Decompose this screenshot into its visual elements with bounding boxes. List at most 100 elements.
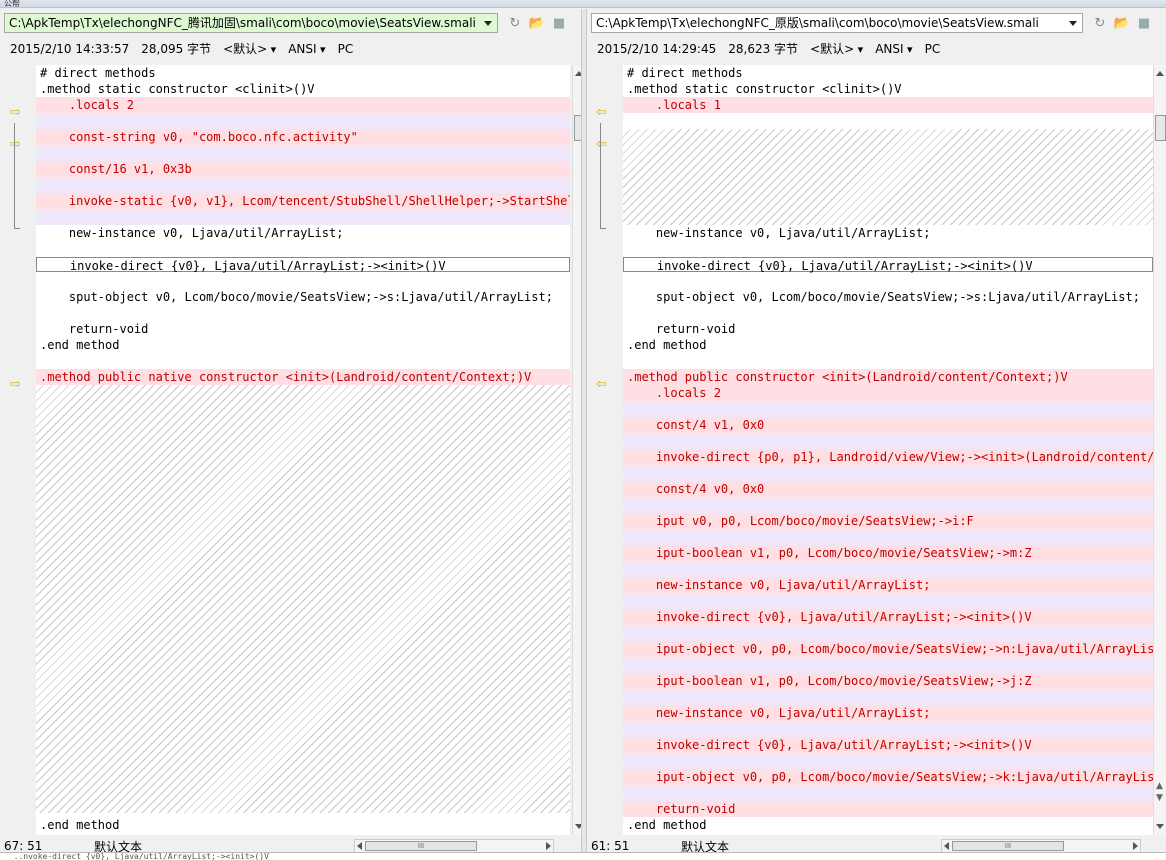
code-line: .method static constructor <clinit>()V (627, 82, 902, 96)
left-path-row: C:\ApkTemp\Tx\elechongNFC_腾讯加固\smali\com… (4, 12, 568, 34)
code-line: const/16 v1, 0x3b (36, 161, 570, 177)
diff-arrow-right-icon[interactable]: ⇨ (10, 106, 24, 119)
code-line: new-instance v0, Ljava/util/ArrayList; (623, 705, 1153, 721)
code-line: sput-object v0, Lcom/boco/movie/SeatsVie… (627, 290, 1140, 304)
code-line: return-void (40, 322, 149, 336)
left-gutter: ⇨ ⇨ ⇨ (4, 65, 36, 835)
right-encoding-select[interactable]: ANSI (875, 40, 912, 58)
code-line: invoke-static {v0, v1}, Lcom/tencent/Stu… (36, 193, 570, 209)
right-pane: C:\ApkTemp\Tx\elechongNFC_原版\smali\com\b… (587, 9, 1166, 860)
left-pane: C:\ApkTemp\Tx\elechongNFC_腾讯加固\smali\com… (0, 9, 586, 860)
code-line: .end method (40, 338, 120, 352)
scroll-down-icon[interactable] (1156, 824, 1164, 829)
scroll-thumb[interactable]: III (952, 841, 1064, 851)
code-line (623, 625, 1153, 641)
right-path-dropdown-icon[interactable] (1069, 20, 1077, 26)
scroll-left-icon[interactable] (944, 842, 949, 850)
code-line (36, 113, 570, 129)
code-line: .method static constructor <clinit>()V (40, 82, 315, 96)
scroll-left-icon[interactable] (357, 842, 362, 850)
side-nav-icons[interactable]: ▲ ▼ (1156, 780, 1166, 804)
right-mode-select[interactable]: <默认> (810, 40, 863, 58)
missing-block-hatch (36, 385, 570, 813)
scroll-right-icon[interactable] (1133, 842, 1138, 850)
scroll-thumb[interactable]: III (365, 841, 477, 851)
code-line: iput v0, p0, Lcom/boco/movie/SeatsView;-… (623, 513, 1153, 529)
toolbar-strip: 公帮 (0, 0, 1166, 8)
code-line: .end method (40, 818, 120, 832)
right-file-path-input[interactable]: C:\ApkTemp\Tx\elechongNFC_原版\smali\com\b… (591, 13, 1083, 33)
code-line: invoke-direct {p0, p1}, Landroid/view/Vi… (623, 449, 1153, 465)
code-line: invoke-direct {v0}, Ljava/util/ArrayList… (623, 609, 1153, 625)
left-file-path-input[interactable]: C:\ApkTemp\Tx\elechongNFC_腾讯加固\smali\com… (4, 13, 498, 33)
left-save-icon[interactable]: ■ (550, 15, 568, 31)
right-horizontal-scrollbar[interactable]: III (941, 839, 1141, 853)
code-line: .locals 2 (623, 385, 1153, 401)
diff-bracket (600, 123, 606, 229)
right-open-folder-icon[interactable]: 📂 (1113, 15, 1131, 31)
diff-arrow-left-icon[interactable]: ⇦ (596, 378, 610, 391)
code-line: return-void (623, 801, 1153, 817)
code-line: return-void (627, 322, 736, 336)
code-line (623, 561, 1153, 577)
code-line: .method public constructor <init>(Landro… (623, 369, 1153, 385)
right-save-icon[interactable]: ■ (1135, 15, 1153, 31)
code-line: sput-object v0, Lcom/boco/movie/SeatsVie… (40, 290, 553, 304)
right-gutter: ⇦ ⇦ ⇦ (590, 65, 622, 835)
right-cursor-position: 61: 51 (591, 839, 630, 853)
left-mode-select[interactable]: <默认> (223, 40, 276, 58)
code-line: new-instance v0, Ljava/util/ArrayList; (40, 226, 344, 240)
code-line: # direct methods (40, 66, 156, 80)
code-line (623, 497, 1153, 513)
code-line (623, 785, 1153, 801)
left-encoding-select[interactable]: ANSI (288, 40, 325, 58)
code-line (623, 529, 1153, 545)
code-line (623, 657, 1153, 673)
code-line: # direct methods (627, 66, 743, 80)
code-line (623, 689, 1153, 705)
left-path-dropdown-icon[interactable] (484, 20, 492, 26)
right-file-size: 28,623 字节 (728, 42, 799, 56)
left-open-folder-icon[interactable]: 📂 (528, 15, 546, 31)
right-eol-label: PC (924, 42, 941, 56)
toolbar-menu-fragment: 公帮 (4, 0, 20, 8)
code-line (623, 753, 1153, 769)
scroll-right-icon[interactable] (546, 842, 551, 850)
left-code-view[interactable]: .end method # direct methods .method stat… (36, 65, 570, 835)
code-line: .locals 1 (623, 97, 1153, 113)
code-line: const/4 v1, 0x0 (623, 417, 1153, 433)
left-eol-label: PC (337, 42, 354, 56)
left-horizontal-scrollbar[interactable]: III (354, 839, 554, 853)
left-file-info: 2015/2/10 14:33:57 28,095 字节 <默认> ANSI P… (10, 40, 353, 58)
diff-arrow-right-icon[interactable]: ⇨ (10, 378, 24, 391)
code-line: const-string v0, "com.boco.nfc.activity" (36, 129, 570, 145)
right-vertical-scrollbar[interactable] (1153, 65, 1166, 835)
code-line: invoke-direct {v0}, Ljava/util/ArrayList… (623, 257, 1153, 273)
code-line: invoke-direct {v0}, Ljava/util/ArrayList… (36, 257, 570, 273)
code-line (36, 177, 570, 193)
scroll-thumb[interactable] (1155, 115, 1166, 141)
right-refresh-icon[interactable]: ↻ (1091, 15, 1109, 31)
scroll-up-icon[interactable] (1156, 71, 1164, 76)
code-line: iput-object v0, p0, Lcom/boco/movie/Seat… (623, 641, 1153, 657)
left-refresh-icon[interactable]: ↻ (506, 15, 524, 31)
right-file-date: 2015/2/10 14:29:45 (597, 42, 717, 56)
left-cursor-position: 67: 51 (4, 839, 43, 853)
right-code-view[interactable]: # direct methods .method static construct… (623, 65, 1153, 835)
code-line: invoke-direct {v0}, Ljava/util/ArrayList… (623, 737, 1153, 753)
code-line (623, 593, 1153, 609)
missing-block-hatch (623, 129, 1153, 225)
code-line: new-instance v0, Ljava/util/ArrayList; (623, 577, 1153, 593)
code-line (36, 209, 570, 225)
diff-arrow-left-icon[interactable]: ⇦ (596, 106, 610, 119)
code-line (623, 465, 1153, 481)
code-line: iput-object v0, p0, Lcom/boco/movie/Seat… (623, 769, 1153, 785)
right-file-info: 2015/2/10 14:29:45 28,623 字节 <默认> ANSI P… (597, 40, 940, 58)
